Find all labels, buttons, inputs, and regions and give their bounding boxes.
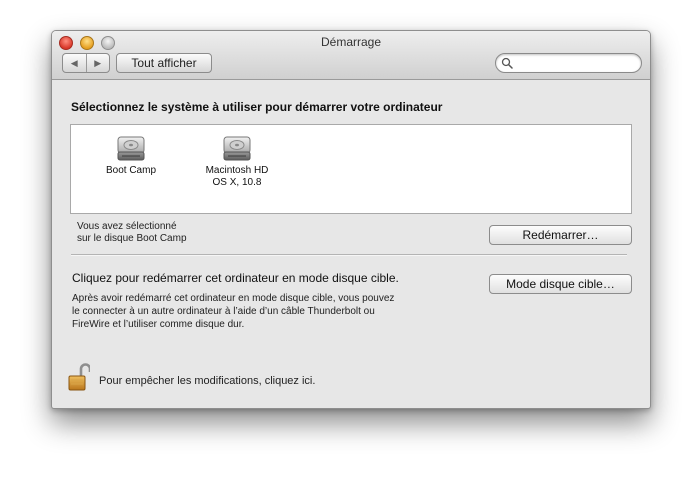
target-desc-line-2: le connecter à un autre ordinateur à l’a… [72, 306, 375, 317]
disk-boot-camp[interactable]: Boot Camp [86, 133, 176, 177]
target-mode-title: Cliquez pour redémarrer cet ordinateur e… [72, 271, 399, 285]
target-disk-mode-button[interactable]: Mode disque cible… [489, 274, 632, 294]
startup-disk-pane: Sélectionnez le système à utiliser pour … [52, 80, 650, 408]
back-button[interactable]: ◀ [63, 54, 86, 72]
restart-button[interactable]: Redémarrer… [489, 225, 632, 245]
window-title: Démarrage [320, 35, 382, 49]
disk-macintosh-hd[interactable]: Macintosh HD OS X, 10.8 [192, 133, 282, 189]
nav-buttons: ◀ ▶ [62, 53, 110, 73]
search-icon [501, 57, 513, 69]
search-input[interactable] [495, 53, 642, 73]
divider [71, 254, 627, 256]
title-bar: Démarrage ◀ ▶ Tout afficher [52, 31, 650, 80]
disk-list: Boot Camp Macintosh HD OS X, 10.8 [70, 124, 632, 214]
padlock-icon[interactable] [68, 362, 90, 392]
target-desc-line-1: Après avoir redémarré cet ordinateur en … [72, 293, 395, 304]
chevron-right-icon: ▶ [94, 57, 102, 68]
disk-label: Macintosh HD OS X, 10.8 [205, 165, 269, 188]
hard-disk-icon [117, 136, 145, 161]
selection-line-1: Vous avez sélectionné [77, 221, 177, 232]
section-heading: Sélectionnez le système à utiliser pour … [71, 100, 443, 114]
lock-message[interactable]: Pour empêcher les modifications, cliquez… [99, 375, 315, 387]
forward-button[interactable]: ▶ [85, 54, 110, 72]
selection-line-2: sur le disque Boot Camp [77, 233, 187, 244]
hard-disk-icon [223, 136, 251, 161]
chevron-left-icon: ◀ [70, 57, 78, 68]
selection-status: Vous avez sélectionné sur le disque Boot… [77, 221, 187, 245]
show-all-button[interactable]: Tout afficher [116, 53, 212, 73]
target-desc-line-3: FireWire et l’utiliser comme disque dur. [72, 319, 245, 330]
target-mode-description: Après avoir redémarré cet ordinateur en … [72, 292, 432, 331]
disk-label: Boot Camp [105, 165, 157, 176]
preferences-window: Démarrage ◀ ▶ Tout afficher Sélectionnez… [51, 30, 651, 409]
